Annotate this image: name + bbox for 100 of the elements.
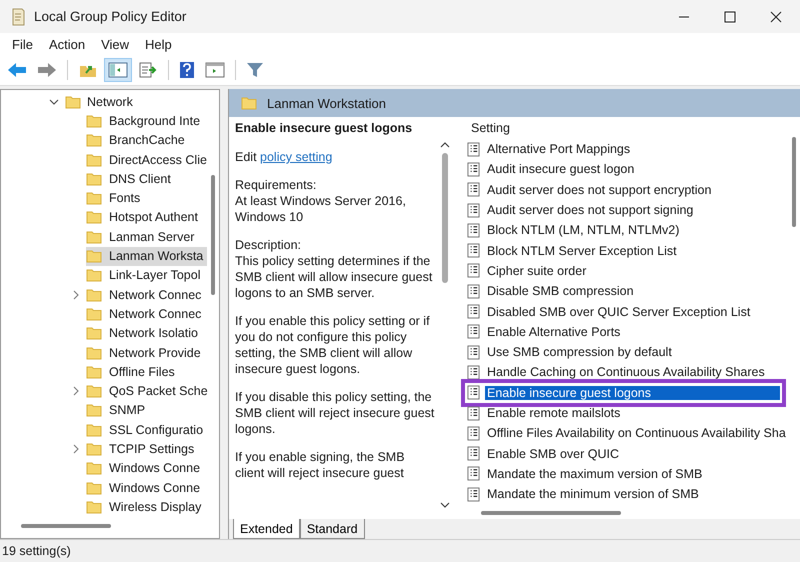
app-icon: [10, 8, 26, 26]
menu-item[interactable]: Help: [137, 36, 180, 52]
folder-icon: [86, 249, 102, 264]
setting-row[interactable]: Enable insecure guest logons: [485, 386, 780, 400]
tree-item[interactable]: Network: [87, 94, 133, 109]
policy-setting-icon: [467, 385, 480, 400]
setting-row[interactable]: Alternative Port Mappings: [485, 142, 632, 156]
scrollbar[interactable]: [792, 137, 796, 227]
tree-item[interactable]: DNS Client: [86, 169, 175, 188]
menu-item[interactable]: Action: [40, 36, 94, 52]
tree-item[interactable]: Network Connec: [86, 304, 206, 324]
setting-row[interactable]: Block NTLM (LM, NTLM, NTLMv2): [485, 223, 682, 238]
scroll-up-icon[interactable]: [440, 141, 450, 149]
policy-setting-icon: [467, 202, 480, 218]
chevron-right-icon[interactable]: [71, 386, 81, 396]
policy-setting-icon: [467, 304, 480, 320]
folder-icon: [86, 364, 102, 379]
tree-item[interactable]: Network Provide: [86, 343, 205, 362]
folder-icon: [86, 191, 102, 206]
setting-row[interactable]: Cipher suite order: [485, 264, 588, 278]
scroll-down-icon[interactable]: [440, 501, 450, 509]
setting-row[interactable]: Audit server does not support encryption: [485, 182, 714, 197]
folder-icon: [86, 230, 102, 244]
policy-setting-icon: [467, 426, 480, 441]
policy-setting-icon: [467, 142, 480, 157]
scrollbar[interactable]: [481, 511, 621, 515]
setting-row[interactable]: Audit server does not support signing: [485, 203, 696, 218]
tree-item[interactable]: Link-Layer Topol: [86, 266, 204, 285]
column-header[interactable]: Setting: [471, 121, 800, 135]
tree-item[interactable]: Offline Files: [86, 362, 179, 382]
folder-icon: [86, 403, 102, 418]
setting-row[interactable]: Audit insecure guest logon: [485, 162, 636, 176]
setting-row[interactable]: Enable remote mailslots: [485, 406, 622, 420]
tree-item[interactable]: BranchCache: [86, 130, 189, 150]
setting-row[interactable]: Disable SMB compression: [485, 284, 636, 298]
menu-item[interactable]: View: [93, 36, 138, 52]
folder-icon: [86, 500, 102, 514]
tab[interactable]: Standard: [300, 519, 365, 539]
policy-setting-icon: [467, 446, 480, 462]
policy-setting-icon: [467, 243, 480, 258]
scrollbar[interactable]: [21, 524, 111, 528]
tree-item[interactable]: SNMP: [86, 400, 150, 420]
tree-item[interactable]: TCPIP Settings: [86, 439, 198, 458]
policy-setting-icon: [467, 324, 480, 340]
maximize-icon[interactable]: [724, 10, 736, 22]
folder-icon: [86, 152, 102, 167]
folder-icon: [86, 172, 102, 186]
setting-row[interactable]: Enable SMB over QUIC: [485, 446, 621, 461]
tree-item[interactable]: Background Inte: [86, 111, 204, 130]
folder-icon: [86, 461, 102, 476]
chevron-right-icon[interactable]: [71, 290, 81, 300]
policy-setting-icon: [467, 486, 480, 502]
setting-row[interactable]: Block NTLM Server Exception List: [485, 244, 679, 258]
scrollbar[interactable]: [211, 175, 215, 295]
tree-item[interactable]: Wireless Display: [86, 497, 206, 516]
folder-icon: [86, 114, 102, 128]
setting-row[interactable]: Mandate the maximum version of SMB: [485, 466, 704, 481]
tree-item[interactable]: Windows Conne: [86, 478, 204, 498]
folder-icon: [86, 306, 102, 321]
policy-setting-icon: [467, 182, 480, 198]
policy-setting-link[interactable]: policy setting: [260, 150, 332, 164]
policy-setting-icon: [467, 284, 480, 299]
scrollbar-thumb[interactable]: [442, 153, 448, 283]
folder-icon: [86, 133, 102, 148]
tab[interactable]: Extended: [233, 519, 300, 539]
folder-icon: [86, 346, 102, 360]
tree-item[interactable]: Windows Conne: [86, 458, 204, 478]
description-text: Requirements: At least Windows Server 2016, Windows 10: [235, 177, 407, 225]
policy-setting-icon: [467, 344, 480, 360]
tree-item[interactable]: QoS Packet Sche: [86, 382, 212, 401]
status-text: 19 setting(s): [2, 544, 71, 558]
setting-row[interactable]: Mandate the minimum version of SMB: [485, 487, 701, 502]
folder-icon: [241, 96, 257, 110]
tree-item[interactable]: Lanman Worksta: [86, 246, 208, 266]
policy-setting-icon: [467, 162, 480, 177]
folder-icon: [86, 326, 102, 340]
tree-item[interactable]: Lanman Server: [86, 227, 198, 246]
setting-row[interactable]: Use SMB compression by default: [485, 345, 674, 360]
policy-setting-icon: [467, 406, 480, 420]
close-icon[interactable]: [770, 10, 782, 22]
tree-item[interactable]: Network Connec: [86, 285, 206, 304]
description-text: If you enable signing, the SMB client will reject insecure guest: [235, 449, 406, 481]
folder-icon: [86, 442, 102, 456]
policy-title: Enable insecure guest logons: [235, 121, 414, 135]
menu-item[interactable]: File: [4, 36, 41, 52]
setting-row[interactable]: Enable Alternative Ports: [485, 324, 622, 339]
setting-row[interactable]: Disabled SMB over QUIC Server Exception List: [485, 304, 752, 319]
setting-row[interactable]: Offline Files Availability on Continuous Availability Sha: [485, 426, 788, 440]
tree-item[interactable]: SSL Configuratio: [86, 420, 208, 440]
tree-icon[interactable]: [104, 58, 132, 82]
edit-text: Edit policy setting: [235, 149, 334, 165]
tree-item[interactable]: Network Isolatio: [86, 324, 202, 343]
policy-setting-icon: [467, 222, 480, 238]
tree-item[interactable]: Fonts: [86, 188, 144, 208]
chevron-down-icon[interactable]: [49, 96, 59, 107]
tree-item[interactable]: DirectAccess Clie: [86, 150, 211, 170]
setting-row[interactable]: Handle Caching on Continuous Availability Shares: [485, 365, 767, 380]
tree-item[interactable]: Hotspot Authent: [86, 208, 202, 227]
folder-icon: [65, 94, 81, 109]
chevron-right-icon[interactable]: [71, 444, 81, 454]
